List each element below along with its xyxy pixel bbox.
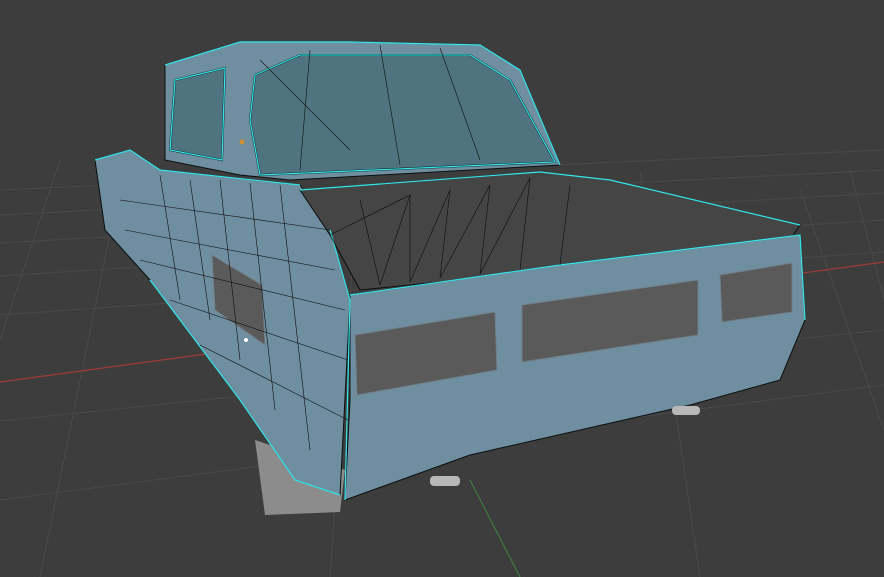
y-axis-line: [469, 479, 521, 577]
vertex-marker: [244, 338, 248, 342]
viewport-canvas[interactable]: [0, 0, 884, 577]
grid-line: [849, 169, 884, 301]
exhaust-pipe-left: [430, 476, 460, 486]
vertex-marker: [239, 139, 245, 145]
3d-viewport[interactable]: [0, 0, 884, 577]
car-mesh[interactable]: [94, 41, 806, 515]
exhaust-pipe-right: [672, 406, 700, 415]
side-window: [168, 66, 227, 162]
